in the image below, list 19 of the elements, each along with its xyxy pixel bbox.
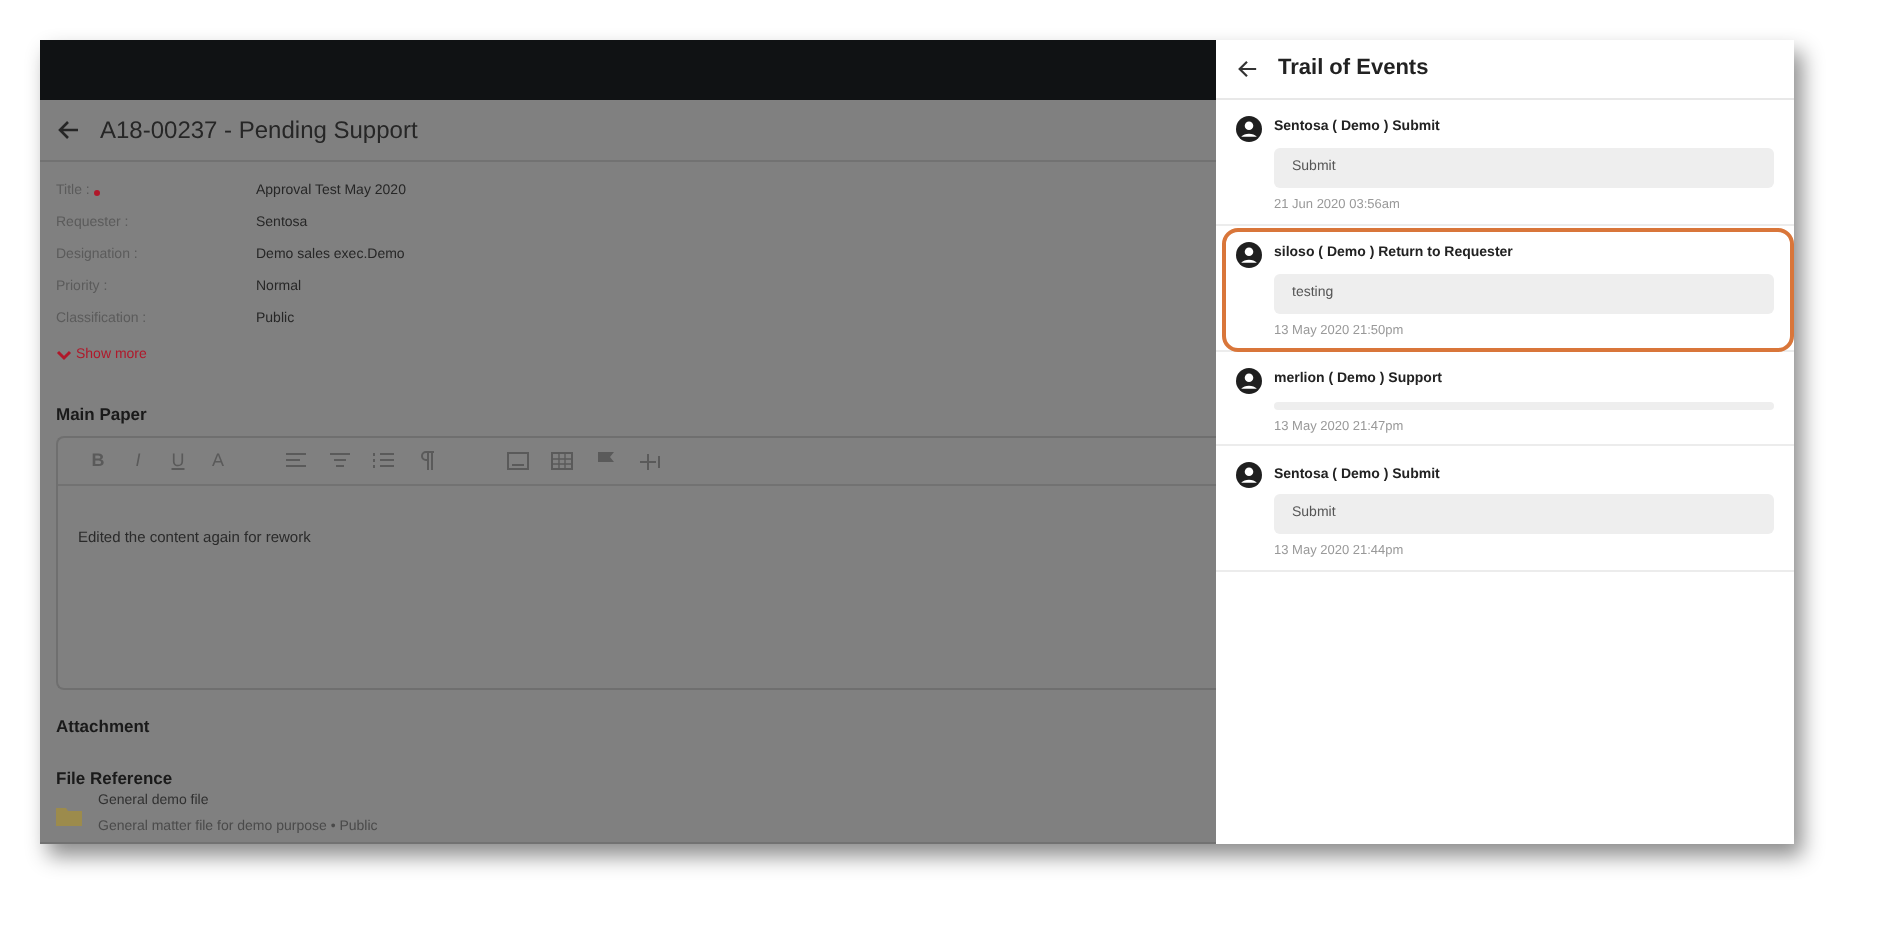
drawer-title: Trail of Events <box>1278 54 1429 85</box>
section-heading: Main Paper <box>54 402 149 428</box>
image-icon[interactable] <box>506 449 530 472</box>
chevron-down-icon[interactable] <box>56 349 72 362</box>
section-heading: Attachment <box>54 713 152 739</box>
folder-icon <box>56 805 82 825</box>
user-avatar-icon <box>1236 241 1262 268</box>
align-center-icon[interactable] <box>328 449 352 472</box>
paragraph-icon[interactable] <box>416 449 440 472</box>
numbered-list-icon[interactable] <box>372 449 396 472</box>
user-avatar-icon <box>1236 116 1262 142</box>
back-arrow-icon[interactable] <box>1236 58 1258 80</box>
align-left-icon[interactable] <box>284 449 308 472</box>
user-avatar-icon <box>1236 367 1262 393</box>
page-title: A18-00237 - Pending Support <box>100 113 418 148</box>
table-icon[interactable] <box>550 449 574 472</box>
plus-icon[interactable] <box>638 449 662 472</box>
section-heading: File Reference <box>54 766 175 792</box>
user-avatar-icon <box>1236 462 1262 489</box>
